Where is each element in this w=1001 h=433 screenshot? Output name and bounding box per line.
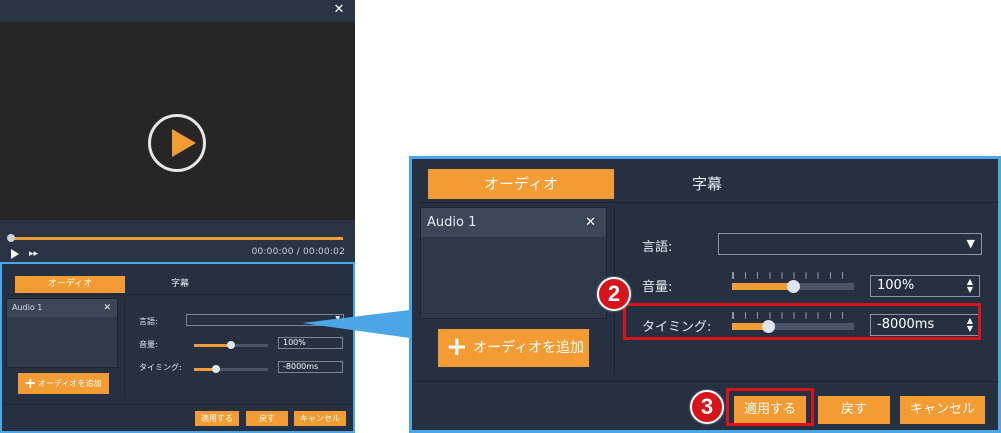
- timing-label: タイミング:: [139, 363, 182, 372]
- apply-highlight: [726, 388, 814, 426]
- play-icon[interactable]: [11, 249, 19, 259]
- volume-label: 音量:: [139, 340, 158, 349]
- seek-bar[interactable]: [10, 237, 343, 240]
- volume-slider[interactable]: [194, 341, 268, 349]
- language-label: 言語:: [642, 240, 673, 255]
- step-badge-3: 3: [690, 390, 724, 424]
- plus-icon: +: [446, 332, 468, 362]
- close-icon[interactable]: ✕: [331, 2, 347, 18]
- tab-subtitle[interactable]: 字幕: [614, 169, 800, 199]
- volume-field[interactable]: 100% ▲ ▼: [870, 275, 980, 297]
- chevron-down-icon: ▼: [966, 237, 975, 250]
- tab-audio[interactable]: オーディオ: [15, 276, 125, 293]
- stepper-icon[interactable]: ▲ ▼: [967, 278, 973, 294]
- time-display: 00:00:00 / 00:00:02: [251, 247, 345, 257]
- cancel-button[interactable]: キャンセル: [900, 396, 985, 424]
- volume-ticks: [732, 272, 854, 279]
- play-icon[interactable]: [148, 114, 206, 172]
- list-item[interactable]: Audio 1 ✕: [7, 299, 117, 317]
- language-select[interactable]: ▼: [718, 233, 982, 255]
- plus-icon: +: [24, 374, 37, 392]
- tab-audio[interactable]: オーディオ: [428, 169, 614, 199]
- back-button[interactable]: 戻す: [818, 396, 890, 424]
- apply-button[interactable]: 適用する: [195, 411, 239, 426]
- add-audio-label: オーディオを追加: [473, 340, 585, 356]
- timing-slider[interactable]: [194, 365, 268, 373]
- volume-label: 音量:: [642, 280, 673, 295]
- language-label: 言語:: [139, 317, 158, 326]
- remove-icon[interactable]: ✕: [585, 208, 596, 237]
- timing-field[interactable]: -8000ms: [278, 361, 343, 373]
- tab-subtitle[interactable]: 字幕: [125, 276, 235, 293]
- preview-window: ✕ ▸▸ 00:00:00 / 00:00:02 オーディオ 字幕 Audio …: [0, 0, 355, 433]
- list-item[interactable]: Audio 1 ✕: [421, 208, 606, 237]
- volume-slider[interactable]: [732, 280, 854, 293]
- add-audio-label: オーディオを追加: [38, 379, 102, 388]
- add-audio-button[interactable]: + オーディオを追加: [438, 329, 589, 367]
- cancel-button[interactable]: キャンセル: [294, 411, 346, 426]
- playback-bar: ▸▸ 00:00:00 / 00:00:02: [0, 220, 355, 262]
- audio-track-list: Audio 1 ✕: [420, 207, 607, 319]
- audio-track-label: Audio 1: [427, 215, 477, 230]
- remove-icon[interactable]: ✕: [103, 299, 111, 317]
- title-bar: ✕: [0, 0, 355, 22]
- step-badge-2: 2: [597, 277, 631, 311]
- callout-pointer: [302, 310, 410, 338]
- audio-track-label: Audio 1: [12, 303, 43, 312]
- seek-handle[interactable]: [7, 234, 15, 242]
- video-preview: [0, 22, 355, 220]
- add-audio-button[interactable]: + オーディオを追加: [18, 373, 109, 394]
- fast-forward-icon[interactable]: ▸▸: [29, 249, 38, 259]
- timing-highlight: [623, 303, 981, 340]
- volume-handle[interactable]: [786, 280, 800, 293]
- audio-track-list: Audio 1 ✕: [6, 298, 118, 368]
- back-button[interactable]: 戻す: [246, 411, 288, 426]
